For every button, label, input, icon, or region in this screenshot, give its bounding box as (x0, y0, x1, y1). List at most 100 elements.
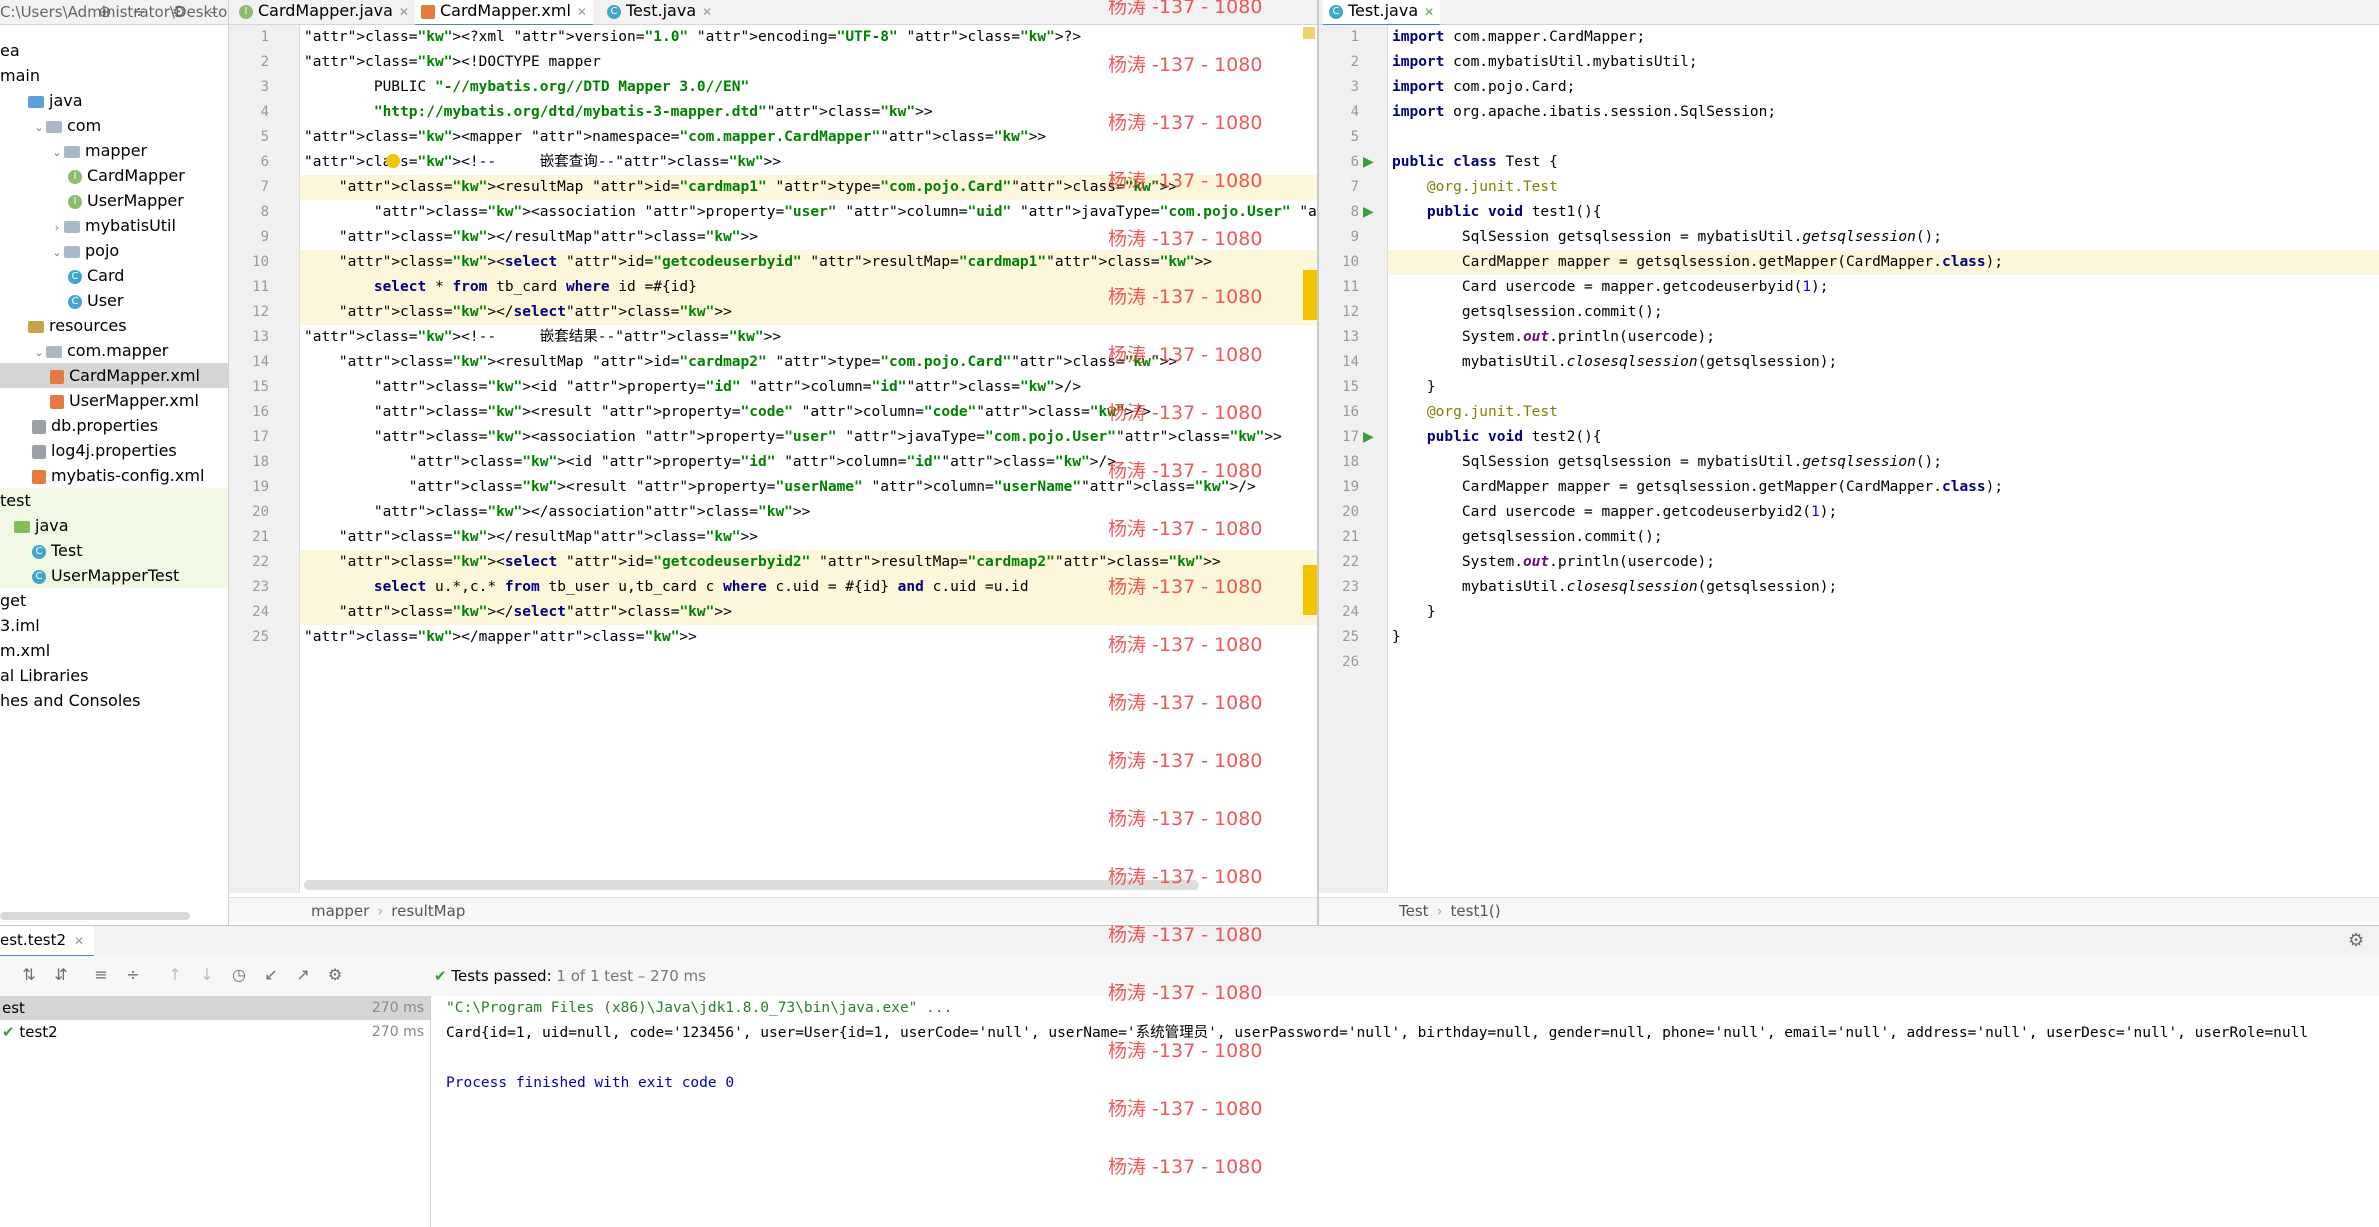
tree-item[interactable]: ⌄ pojo (0, 238, 228, 263)
close-icon[interactable]: ✕ (702, 5, 712, 19)
code-line[interactable]: "attr">class="kw"><result "attr">propert… (300, 475, 1317, 500)
code-line[interactable]: "attr">class="kw"><id "attr">property="i… (300, 375, 1317, 400)
code-line[interactable]: getsqlsession.commit(); (1388, 300, 2379, 325)
code-line[interactable]: Card usercode = mapper.getcodeuserbyid(1… (1388, 275, 2379, 300)
code-line[interactable]: "attr">class="kw"><select "attr">id="get… (300, 550, 1317, 575)
code-line[interactable]: select * from tb_card where id =#{id} (300, 275, 1317, 300)
code-line[interactable]: "attr">class="kw"></resultMap"attr">clas… (300, 525, 1317, 550)
breadcrumb-item[interactable]: test1() (1451, 902, 1501, 920)
tree-item[interactable]: hes and Consoles (0, 688, 228, 713)
breadcrumb-item[interactable]: resultMap (391, 902, 465, 920)
tree-item[interactable]: 3.iml (0, 613, 228, 638)
tree-item[interactable]: test (0, 488, 228, 513)
code-line[interactable]: mybatisUtil.closesqlsession(getsqlsessio… (1388, 350, 2379, 375)
breadcrumb-item[interactable]: mapper (311, 902, 369, 920)
code-line[interactable] (1388, 650, 2379, 675)
tree-item[interactable]: I CardMapper (0, 163, 228, 188)
export-icon[interactable]: ↗ (294, 966, 312, 984)
code-line[interactable]: } (1388, 375, 2379, 400)
sort-duration-icon[interactable]: ⇵ (52, 966, 70, 984)
error-stripe-mark[interactable] (1303, 565, 1317, 615)
tree-item[interactable]: main (0, 63, 228, 88)
test-suite-row[interactable]: est 270 ms (0, 996, 430, 1020)
code-line[interactable]: public class Test { (1388, 150, 2379, 175)
code-line[interactable]: Card usercode = mapper.getcodeuserbyid2(… (1388, 500, 2379, 525)
code-line[interactable]: } (1388, 600, 2379, 625)
code-line[interactable]: "attr">class="kw"></select"attr">class="… (300, 300, 1317, 325)
expand-arrow-icon[interactable]: › (50, 215, 64, 240)
tree-item[interactable]: C User (0, 288, 228, 313)
code-line[interactable]: import com.mapper.CardMapper; (1388, 25, 2379, 50)
run-test-icon[interactable]: ▶ (1363, 154, 1374, 170)
code-line[interactable]: "attr">class="kw"><!-- 嵌套查询--"attr">clas… (300, 150, 1317, 175)
code-line[interactable]: System.out.println(usercode); (1388, 325, 2379, 350)
expand-arrow-icon[interactable]: ⌄ (32, 115, 46, 140)
warning-marker[interactable] (1303, 27, 1315, 39)
close-icon[interactable]: ✕ (1424, 5, 1434, 19)
test-case-row[interactable]: ✔ test2 270 ms (0, 1020, 430, 1044)
code-line[interactable]: "attr">class="kw"><resultMap "attr">id="… (300, 350, 1317, 375)
tree-item[interactable]: java (0, 88, 228, 113)
tree-item[interactable]: ⌄ mapper (0, 138, 228, 163)
tree-item[interactable]: I UserMapper (0, 188, 228, 213)
tree-item[interactable]: db.properties (0, 413, 228, 438)
project-scrollbar[interactable] (0, 912, 190, 920)
code-line[interactable]: "attr">class="kw"><?xml "attr">version="… (300, 25, 1317, 50)
code-line[interactable]: "attr">class="kw"><select "attr">id="get… (300, 250, 1317, 275)
code-line[interactable]: "attr">class="kw"><mapper "attr">namespa… (300, 125, 1317, 150)
tree-item[interactable]: m.xml (0, 638, 228, 663)
code-line[interactable]: "attr">class="kw"><association "attr">pr… (300, 425, 1317, 450)
code-line[interactable]: "attr">class="kw"><!DOCTYPE mapper (300, 50, 1317, 75)
console-output[interactable]: "C:\Program Files (x86)\Java\jdk1.8.0_73… (432, 996, 2379, 1227)
tree-item[interactable]: › mybatisUtil (0, 213, 228, 238)
code-line[interactable]: CardMapper mapper = getsqlsession.getMap… (1388, 250, 2379, 275)
error-stripe-mark[interactable] (1303, 270, 1317, 320)
arrow-up-icon[interactable]: ↑ (166, 966, 184, 984)
code-line[interactable]: PUBLIC "-//mybatis.org//DTD Mapper 3.0//… (300, 75, 1317, 100)
code-line[interactable]: } (1388, 625, 2379, 650)
code-line[interactable] (1388, 125, 2379, 150)
settings-icon[interactable]: ⚙ (326, 966, 344, 984)
code-line[interactable]: mybatisUtil.closesqlsession(getsqlsessio… (1388, 575, 2379, 600)
code-line[interactable]: import com.pojo.Card; (1388, 75, 2379, 100)
lightbulb-icon[interactable] (386, 154, 400, 168)
code-line[interactable]: @org.junit.Test (1388, 400, 2379, 425)
tree-item[interactable]: C UserMapperTest (0, 563, 228, 588)
arrow-down-icon[interactable]: ↓ (198, 966, 216, 984)
code-line[interactable]: "attr">class="kw"><association "attr">pr… (300, 200, 1317, 225)
code-line[interactable]: import com.mybatisUtil.mybatisUtil; (1388, 50, 2379, 75)
sort-alpha-icon[interactable]: ⇅ (20, 966, 38, 984)
code-line[interactable]: "attr">class="kw"></resultMap"attr">clas… (300, 225, 1317, 250)
tree-item[interactable]: ea (0, 38, 228, 63)
history-icon[interactable]: ◷ (230, 966, 248, 984)
close-icon[interactable]: ✕ (399, 5, 409, 19)
import-icon[interactable]: ↙ (262, 966, 280, 984)
code-line[interactable]: SqlSession getsqlsession = mybatisUtil.g… (1388, 450, 2379, 475)
code-line[interactable]: "attr">class="kw"></association"attr">cl… (300, 500, 1317, 525)
xml-editor[interactable]: "attr">class="kw"><?xml "attr">version="… (300, 25, 1317, 893)
code-line[interactable]: "attr">class="kw"><result "attr">propert… (300, 400, 1317, 425)
tab-test-java-right[interactable]: C Test.java ✕ (1323, 0, 1441, 26)
tree-item[interactable]: C Test (0, 538, 228, 563)
tree-item[interactable]: al Libraries (0, 663, 228, 688)
code-line[interactable]: getsqlsession.commit(); (1388, 525, 2379, 550)
code-line[interactable]: "http://mybatis.org/dtd/mybatis-3-mapper… (300, 100, 1317, 125)
close-icon[interactable]: ✕ (577, 5, 587, 19)
tree-item[interactable]: ⌄ com (0, 113, 228, 138)
code-line[interactable]: @org.junit.Test (1388, 175, 2379, 200)
code-line[interactable]: "attr">class="kw"><resultMap "attr">id="… (300, 175, 1317, 200)
run-test-icon[interactable]: ▶ (1363, 204, 1374, 220)
horizontal-scrollbar[interactable] (304, 880, 1199, 890)
tab-cardmapper-xml[interactable]: CardMapper.xml ✕ (415, 0, 593, 26)
run-config-tab[interactable]: est.test2 ✕ (0, 926, 95, 957)
tab-cardmapper-java[interactable]: I CardMapper.java ✕ (233, 0, 415, 24)
expand-arrow-icon[interactable]: ⌄ (50, 240, 64, 265)
tree-item[interactable]: java (0, 513, 228, 538)
code-line[interactable]: public void test2(){ (1388, 425, 2379, 450)
collapse-all-icon[interactable]: ÷ (124, 966, 142, 984)
code-line[interactable]: "attr">class="kw"><id "attr">property="i… (300, 450, 1317, 475)
expand-arrow-icon[interactable]: ⌄ (32, 340, 46, 365)
expand-all-icon[interactable]: ≡ (92, 966, 110, 984)
tree-item[interactable]: ⌄ com.mapper (0, 338, 228, 363)
tree-item[interactable]: mybatis-config.xml (0, 463, 228, 488)
